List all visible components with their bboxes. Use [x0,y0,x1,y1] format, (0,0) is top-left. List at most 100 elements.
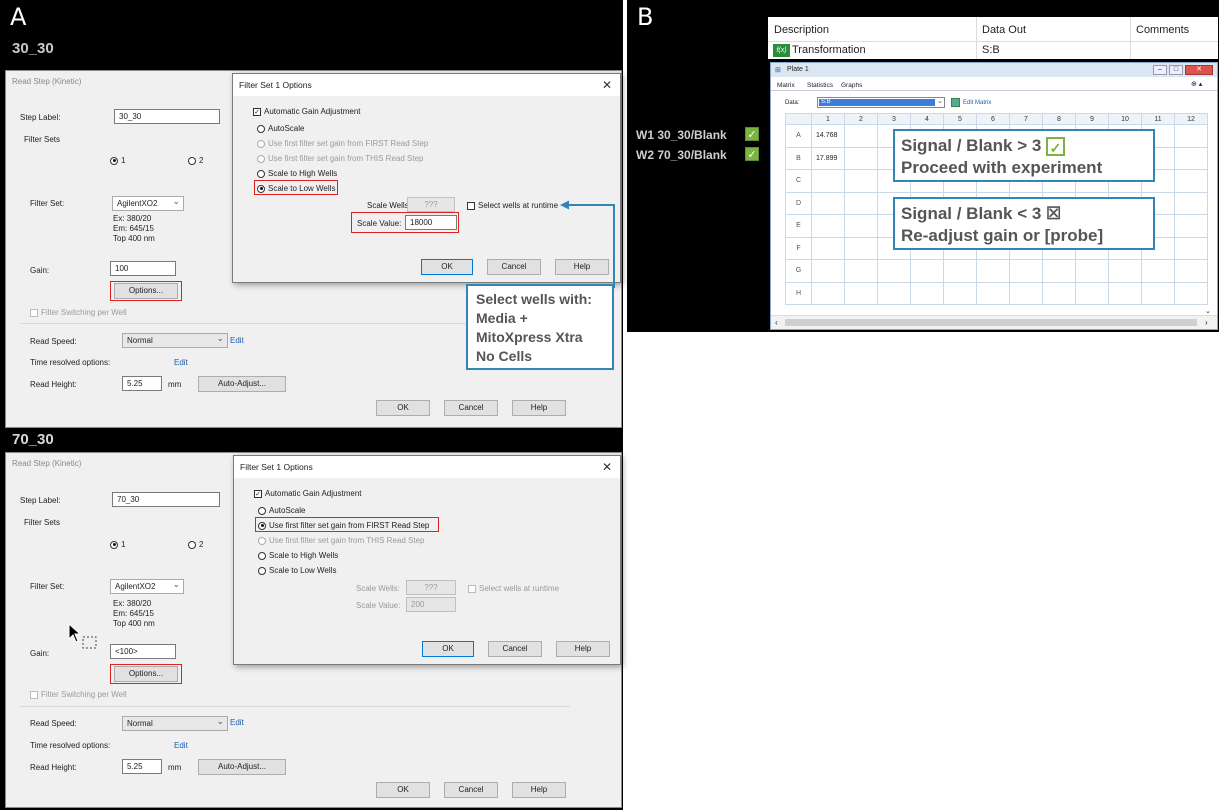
filter-set-radio-2[interactable]: 2 [188,156,203,165]
read-speed-select[interactable]: Normal [122,333,228,348]
well-cell[interactable] [811,191,845,215]
well-cell[interactable] [811,236,845,260]
well-cell[interactable] [1174,214,1208,238]
well-cell[interactable] [1042,259,1076,283]
select-runtime-checkbox[interactable]: Select wells at runtime [468,584,559,593]
well-cell[interactable] [976,259,1010,283]
well-cell[interactable] [1108,281,1142,305]
first-read-step-radio[interactable]: Use first filter set gain from FIRST Rea… [257,139,428,148]
close-icon[interactable]: ✕ [602,460,612,474]
well-cell[interactable] [1174,236,1208,260]
well-cell[interactable] [844,169,878,193]
scale-wells-input[interactable]: ??? [406,580,456,595]
scale-wells-input[interactable]: ??? [407,197,455,212]
edit-matrix-link[interactable]: Edit Matrix [963,100,991,106]
well-cell[interactable] [1174,146,1208,170]
scroll-down-icon[interactable]: ⌄ [1205,307,1211,315]
filter-switching-checkbox[interactable]: Filter Switching per Well [30,308,127,317]
time-resolved-edit-link[interactable]: Edit [174,358,188,367]
dialog-cancel-button[interactable]: Cancel [487,259,541,275]
ok-button[interactable]: OK [376,400,430,416]
transformation-name[interactable]: Transformation [792,44,866,56]
well-cell[interactable] [910,259,944,283]
well-cell[interactable] [1042,281,1076,305]
well-cell[interactable]: 14.768 [811,124,845,148]
auto-gain-checkbox[interactable]: ✓ Automatic Gain Adjustment [254,489,362,498]
this-read-step-radio[interactable]: Use first filter set gain from THIS Read… [258,536,424,545]
well-cell[interactable] [1174,169,1208,193]
well-cell[interactable] [877,281,911,305]
well-cell[interactable] [1108,259,1142,283]
help-button[interactable]: Help [512,782,566,798]
read-height-input[interactable]: 5.25 [122,376,162,391]
well-cell[interactable] [844,236,878,260]
cancel-button[interactable]: Cancel [444,782,498,798]
autoscale-radio[interactable]: AutoScale [257,124,304,133]
well-cell[interactable] [943,259,977,283]
scroll-left-icon[interactable]: ‹ [775,318,778,327]
filter-set-select[interactable]: AgilentXO2 [110,579,184,594]
high-wells-radio[interactable]: Scale to High Wells [258,551,338,560]
high-wells-radio[interactable]: Scale to High Wells [257,169,337,178]
read-height-input[interactable]: 5.25 [122,759,162,774]
this-read-step-radio[interactable]: Use first filter set gain from THIS Read… [257,154,423,163]
horizontal-scrollbar[interactable]: ‹ › [771,315,1217,329]
filter-set-radio-1[interactable]: 1 [110,156,125,165]
well-cell[interactable]: 17.899 [811,146,845,170]
pin-icon[interactable]: ⊕ ▴ [1191,80,1202,88]
tab-statistics[interactable]: Statistics [807,82,833,89]
close-icon[interactable]: ✕ [602,78,612,92]
well-cell[interactable] [844,191,878,215]
scrollbar-thumb[interactable] [785,319,1197,326]
well-cell[interactable] [844,259,878,283]
well-cell[interactable] [844,281,878,305]
well-cell[interactable] [943,281,977,305]
auto-gain-checkbox[interactable]: ✓ Automatic Gain Adjustment [253,107,361,116]
minimize-icon[interactable]: – [1153,65,1167,75]
tab-graphs[interactable]: Graphs [841,82,862,89]
well-cell[interactable] [976,281,1010,305]
well-cell[interactable] [1141,281,1175,305]
well-cell[interactable] [910,281,944,305]
well-cell[interactable] [1174,191,1208,215]
well-cell[interactable] [811,259,845,283]
filter-set-radio-1[interactable]: 1 [110,540,125,549]
well-cell[interactable] [1174,259,1208,283]
filter-set-radio-2[interactable]: 2 [188,540,203,549]
well-cell[interactable] [811,169,845,193]
data-select[interactable]: S:B ⌄ [817,97,945,108]
well-cell[interactable] [1174,281,1208,305]
well-cell[interactable] [811,214,845,238]
tab-matrix[interactable]: Matrix [777,82,795,89]
filter-switching-checkbox[interactable]: Filter Switching per Well [30,690,127,699]
gain-input[interactable]: <100> [110,644,176,659]
well-cell[interactable] [1009,281,1043,305]
ok-button[interactable]: OK [376,782,430,798]
help-button[interactable]: Help [512,400,566,416]
edit-matrix-icon[interactable] [951,98,960,107]
auto-adjust-button[interactable]: Auto-Adjust... [198,376,286,392]
well-cell[interactable] [1075,281,1109,305]
well-cell[interactable] [1174,124,1208,148]
maximize-icon[interactable]: □ [1169,65,1183,75]
dialog-help-button[interactable]: Help [556,641,610,657]
dialog-cancel-button[interactable]: Cancel [488,641,542,657]
read-speed-edit-link[interactable]: Edit [230,336,244,345]
step-label-input[interactable]: 70_30 [112,492,220,507]
gain-input[interactable]: 100 [110,261,176,276]
read-speed-select[interactable]: Normal [122,716,228,731]
well-cell[interactable] [1141,259,1175,283]
step-label-input[interactable]: 30_30 [114,109,220,124]
time-resolved-edit-link[interactable]: Edit [174,741,188,750]
dialog-ok-button[interactable]: OK [422,641,474,657]
well-cell[interactable] [877,259,911,283]
well-cell[interactable] [844,214,878,238]
auto-adjust-button[interactable]: Auto-Adjust... [198,759,286,775]
well-cell[interactable] [1009,259,1043,283]
low-wells-radio[interactable]: Scale to Low Wells [258,566,336,575]
well-cell[interactable] [1075,259,1109,283]
scroll-right-icon[interactable]: › [1205,318,1208,327]
dialog-ok-button[interactable]: OK [421,259,473,275]
well-cell[interactable] [811,281,845,305]
scale-value-input[interactable]: 200 [406,597,456,612]
